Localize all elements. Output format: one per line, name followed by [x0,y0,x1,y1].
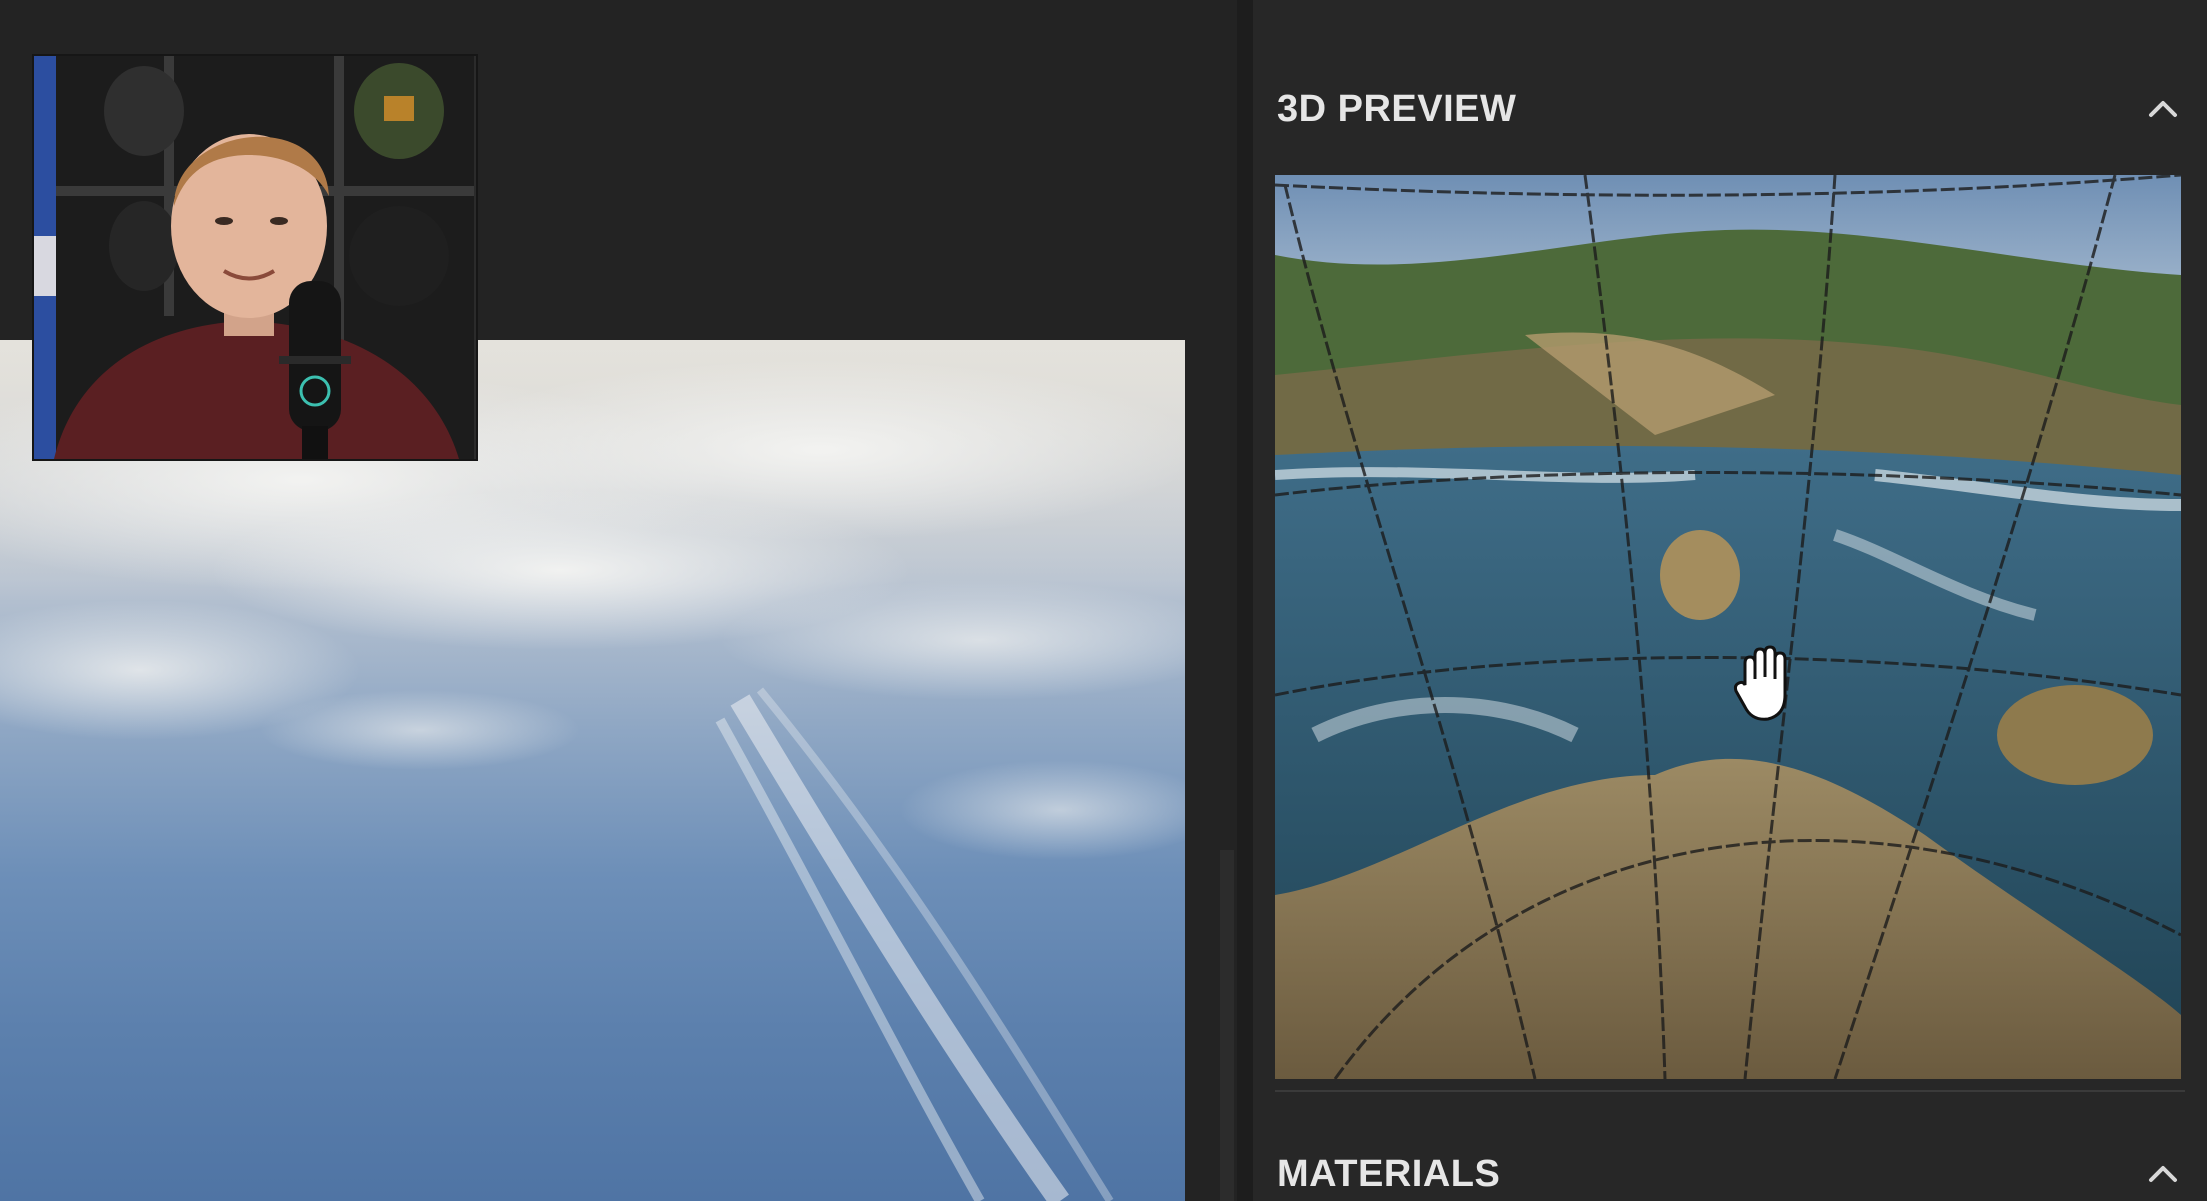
properties-panel: 3D PREVIEW MATERIALS [1253,0,2207,1201]
preview-section-header[interactable]: 3D PREVIEW [1277,79,2183,139]
webcam-overlay [34,56,476,459]
panel-divider[interactable] [1237,0,1253,1201]
app-window: 3D PREVIEW MATERIALS [0,0,2207,1201]
materials-section-title: MATERIALS [1277,1152,1501,1195]
3d-preview-viewport[interactable] [1275,175,2181,1079]
sky-texture-viewport[interactable] [0,340,1185,1201]
materials-section-header[interactable]: MATERIALS [1277,1144,2183,1201]
chevron-up-icon[interactable] [2143,1154,2183,1194]
hand-grab-icon [1730,645,1800,723]
chevron-up-icon[interactable] [2143,89,2183,129]
canvas-scrollbar[interactable] [1220,850,1234,1201]
canvas-area [0,0,1237,1201]
preview-section-title: 3D PREVIEW [1277,87,1517,130]
section-separator [1275,1090,2185,1092]
